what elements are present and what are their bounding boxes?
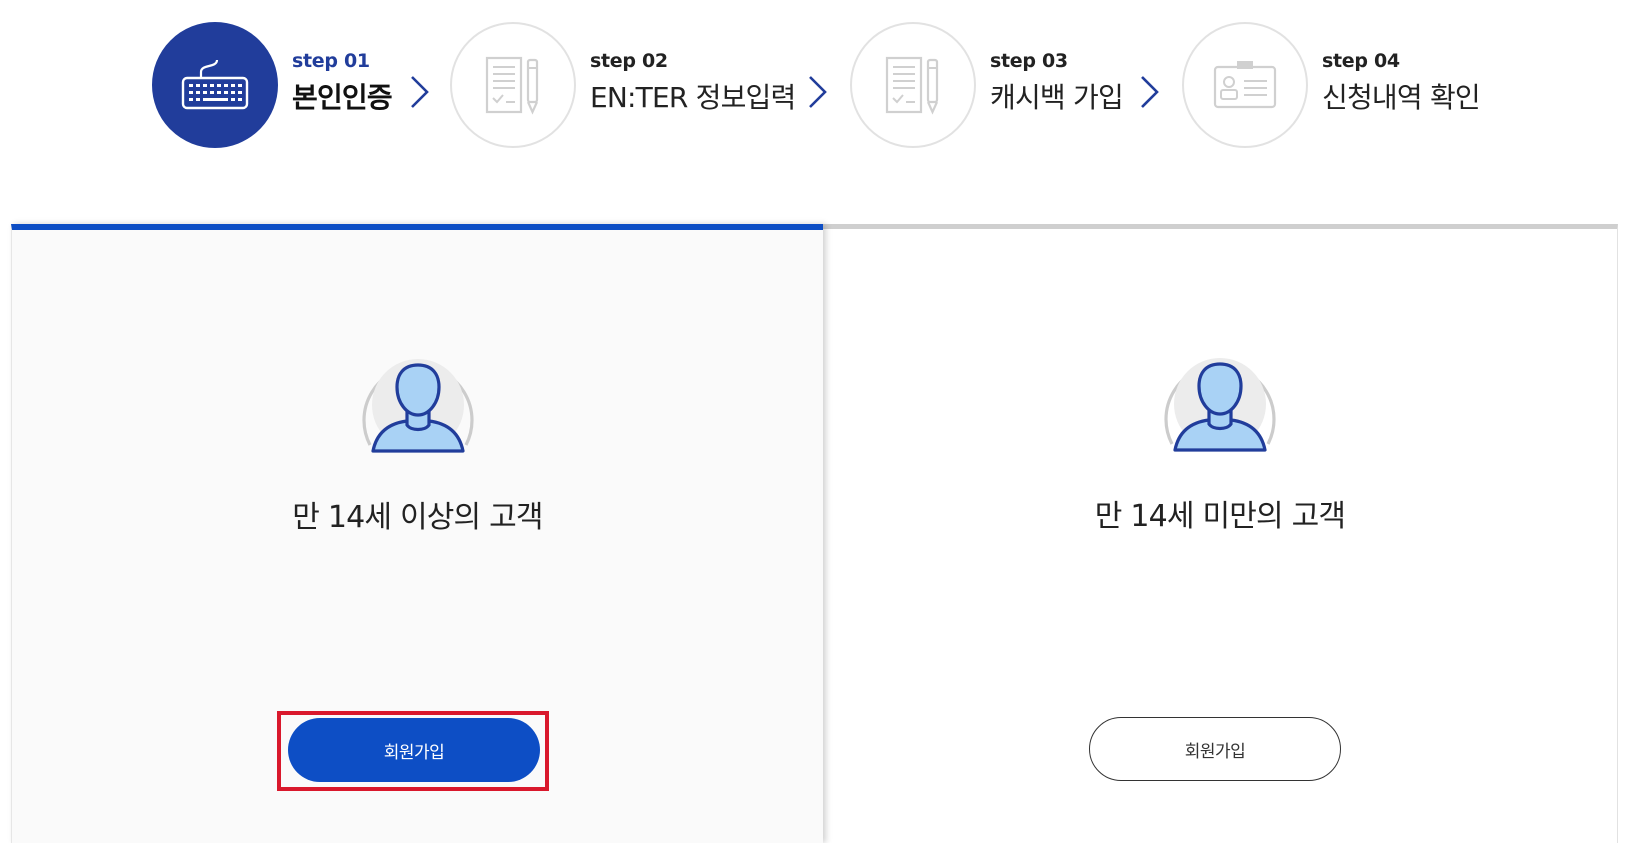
step-2-title: EN:TER 정보입력 [590,81,796,114]
step-4-circle [1182,22,1308,148]
keyboard-icon [181,59,249,110]
user-avatar-icon [1164,358,1276,452]
user-avatar-icon [362,359,474,453]
step-2-number: step 02 [590,50,668,72]
minor-customer-label: 만 14세 미만의 고객 [1094,499,1346,534]
adult-customer-label: 만 14세 이상의 고객 [292,500,543,535]
step-1-number: step 01 [292,50,370,72]
minor-member-panel: 만 14세 미만의 고객 회원가입 [823,224,1618,843]
chevron-right-icon [411,76,429,108]
id-card-icon [1213,61,1277,109]
step-3-number: step 03 [990,50,1068,72]
document-pencil-icon [885,56,939,115]
step-3-circle [850,22,976,148]
document-pencil-icon [485,56,539,115]
minor-signup-button[interactable]: 회원가입 [1089,717,1341,781]
step-3-title: 캐시백 가입 [990,81,1124,114]
adult-signup-button[interactable]: 회원가입 [288,718,540,782]
chevron-right-icon [809,76,827,108]
adult-member-panel: 만 14세 이상의 고객 회원가입 [11,224,823,843]
step-4-number: step 04 [1322,50,1400,72]
step-indicator: step 01 본인인증 step 02 EN:TER 정보입력 step 03… [0,0,1641,170]
step-1-circle [152,22,278,148]
step-4-title: 신청내역 확인 [1322,81,1481,114]
step-2-circle [450,22,576,148]
chevron-right-icon [1141,76,1159,108]
step-1-title: 본인인증 [292,81,393,114]
